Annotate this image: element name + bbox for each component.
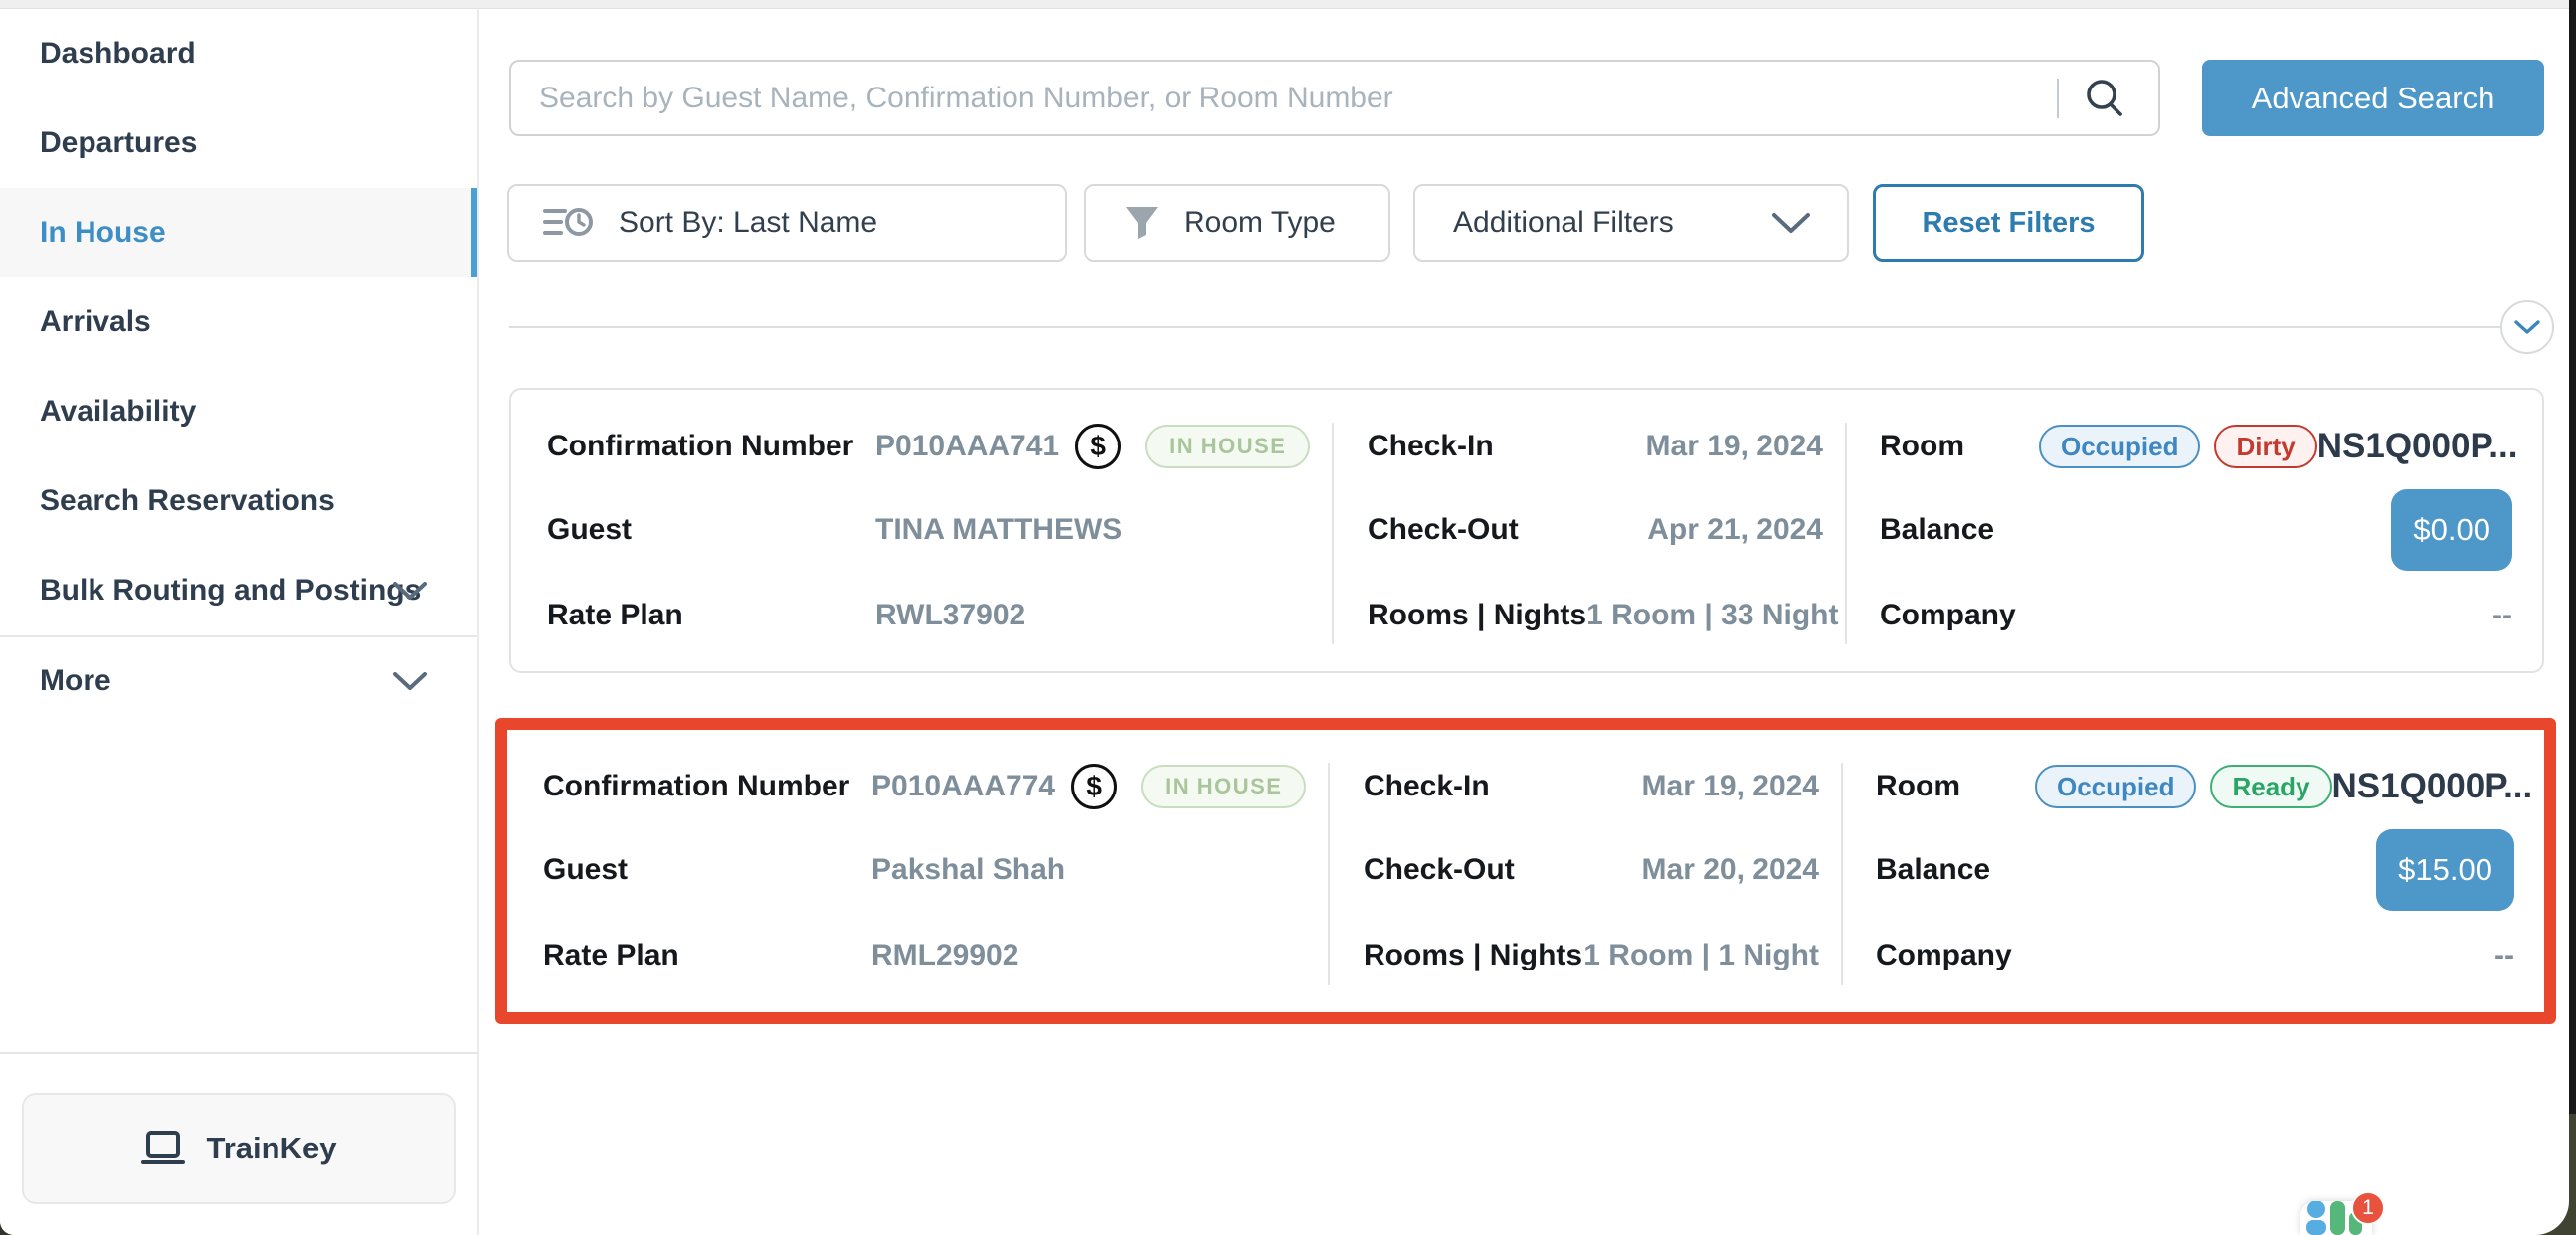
chevron-down-icon [1771, 211, 1811, 235]
check-in-label: Check-In [1364, 770, 1490, 803]
additional-filters-label: Additional Filters [1453, 206, 1674, 240]
highlight-frame: Confirmation Number P010AAA774 $ IN HOUS… [495, 718, 2556, 1024]
company-value: -- [2492, 599, 2512, 632]
balance-label: Balance [1876, 853, 2035, 887]
confirmation-number-label: Confirmation Number [543, 770, 871, 803]
trainkey-button[interactable]: TrainKey [22, 1093, 456, 1204]
sidebar-item-label: Dashboard [40, 37, 196, 71]
rate-plan-value: RWL37902 [875, 599, 1025, 632]
chevron-down-icon [392, 580, 428, 602]
folio-dollar-icon[interactable]: $ [1071, 764, 1117, 809]
guest-label: Guest [547, 513, 875, 547]
confirmation-number-value: P010AAA774 [871, 770, 1055, 803]
sort-by-button[interactable]: Sort By: Last Name [507, 184, 1067, 262]
room-number-value: NS1Q000P... [2332, 767, 2533, 806]
search-icon[interactable] [2083, 77, 2126, 120]
card-stay-section: Check-In Mar 19, 2024 Check-Out Mar 20, … [1328, 730, 1841, 1012]
window-top-edge [0, 0, 2569, 9]
search-input[interactable] [509, 60, 2160, 136]
app-window: Dashboard Departures In House Arrivals A… [0, 0, 2569, 1235]
room-number-value: NS1Q000P... [2317, 427, 2518, 466]
rooms-nights-label: Rooms | Nights [1368, 599, 1586, 632]
trainkey-label: TrainKey [207, 1131, 337, 1166]
advanced-search-button[interactable]: Advanced Search [2202, 60, 2544, 136]
check-in-value: Mar 19, 2024 [1642, 770, 1819, 803]
balance-button[interactable]: $0.00 [2391, 489, 2512, 571]
sidebar-item-label: Search Reservations [40, 484, 335, 518]
sidebar: Dashboard Departures In House Arrivals A… [0, 9, 479, 1235]
rooms-nights-value: 1 Room | 33 Night [1586, 599, 1838, 632]
company-value: -- [2494, 939, 2514, 972]
sidebar-item-dashboard[interactable]: Dashboard [0, 9, 477, 98]
rate-plan-label: Rate Plan [547, 599, 875, 632]
reservation-card-highlighted[interactable]: Confirmation Number P010AAA774 $ IN HOUS… [507, 730, 2544, 1012]
occupancy-status-pill: Occupied [2035, 765, 2196, 808]
guest-name-value: Pakshal Shah [871, 853, 1065, 887]
card-guest-section: Confirmation Number P010AAA741 $ IN HOUS… [511, 390, 1332, 671]
sidebar-item-search-reservations[interactable]: Search Reservations [0, 456, 477, 546]
reset-filters-label: Reset Filters [1922, 207, 2095, 240]
occupancy-status-pill: Occupied [2039, 425, 2200, 468]
chevron-down-icon [392, 670, 428, 692]
check-in-value: Mar 19, 2024 [1646, 430, 1823, 463]
chevron-down-icon [2514, 319, 2540, 335]
check-out-value: Mar 20, 2024 [1642, 853, 1819, 887]
sidebar-item-more[interactable]: More [0, 635, 477, 725]
reset-filters-button[interactable]: Reset Filters [1873, 184, 2144, 262]
check-out-label: Check-Out [1364, 853, 1515, 887]
rooms-nights-label: Rooms | Nights [1364, 939, 1582, 972]
room-label: Room [1876, 770, 2035, 803]
company-label: Company [1880, 599, 2039, 632]
sort-icon [543, 203, 595, 243]
check-out-value: Apr 21, 2024 [1647, 513, 1823, 547]
sidebar-item-label: In House [40, 216, 166, 250]
folio-dollar-icon[interactable]: $ [1075, 424, 1121, 469]
sidebar-item-label: Bulk Routing and Postings [40, 574, 421, 608]
card-guest-section: Confirmation Number P010AAA774 $ IN HOUS… [507, 730, 1328, 1012]
card-room-section: Room Occupied Ready NS1Q000P... Balance … [1841, 730, 2544, 1012]
notification-badge: 1 [2351, 1191, 2385, 1225]
room-type-button[interactable]: Room Type [1084, 184, 1390, 262]
sidebar-item-in-house[interactable]: In House [0, 188, 477, 277]
company-label: Company [1876, 939, 2035, 972]
sidebar-item-label: Departures [40, 126, 197, 160]
rate-plan-label: Rate Plan [543, 939, 871, 972]
housekeeping-status-pill: Dirty [2214, 425, 2316, 468]
search-bar [509, 60, 2160, 136]
in-house-status-badge: IN HOUSE [1145, 425, 1310, 468]
balance-label: Balance [1880, 513, 2039, 547]
rooms-nights-value: 1 Room | 1 Night [1583, 939, 1819, 972]
guest-name-value: TINA MATTHEWS [875, 513, 1122, 547]
card-room-section: Room Occupied Dirty NS1Q000P... Balance … [1845, 390, 2542, 671]
sidebar-divider [0, 1052, 477, 1054]
sidebar-item-bulk-routing[interactable]: Bulk Routing and Postings [0, 546, 477, 635]
sort-by-label: Sort By: Last Name [619, 206, 877, 240]
sidebar-item-departures[interactable]: Departures [0, 98, 477, 188]
room-label: Room [1880, 430, 2039, 463]
room-type-label: Room Type [1184, 206, 1336, 240]
check-out-label: Check-Out [1368, 513, 1519, 547]
search-divider [2057, 79, 2059, 118]
in-house-status-badge: IN HOUSE [1141, 765, 1306, 808]
filter-funnel-icon [1124, 205, 1160, 241]
confirmation-number-value: P010AAA741 [875, 430, 1059, 463]
laptop-icon [141, 1131, 185, 1166]
collapse-toggle[interactable] [2500, 300, 2554, 354]
sidebar-item-label: More [40, 664, 111, 698]
housekeeping-status-pill: Ready [2210, 765, 2331, 808]
app-root: Dashboard Departures In House Arrivals A… [0, 0, 2576, 1235]
rate-plan-value: RML29902 [871, 939, 1018, 972]
section-divider [509, 326, 2501, 328]
sidebar-item-availability[interactable]: Availability [0, 367, 477, 456]
balance-button[interactable]: $15.00 [2376, 829, 2514, 911]
additional-filters-dropdown[interactable]: Additional Filters [1413, 184, 1849, 262]
sidebar-item-label: Availability [40, 395, 196, 429]
sidebar-item-label: Arrivals [40, 305, 151, 339]
sidebar-item-arrivals[interactable]: Arrivals [0, 277, 477, 367]
confirmation-number-label: Confirmation Number [547, 430, 875, 463]
guest-label: Guest [543, 853, 871, 887]
card-stay-section: Check-In Mar 19, 2024 Check-Out Apr 21, … [1332, 390, 1845, 671]
reservation-card[interactable]: Confirmation Number P010AAA741 $ IN HOUS… [509, 388, 2544, 673]
check-in-label: Check-In [1368, 430, 1494, 463]
